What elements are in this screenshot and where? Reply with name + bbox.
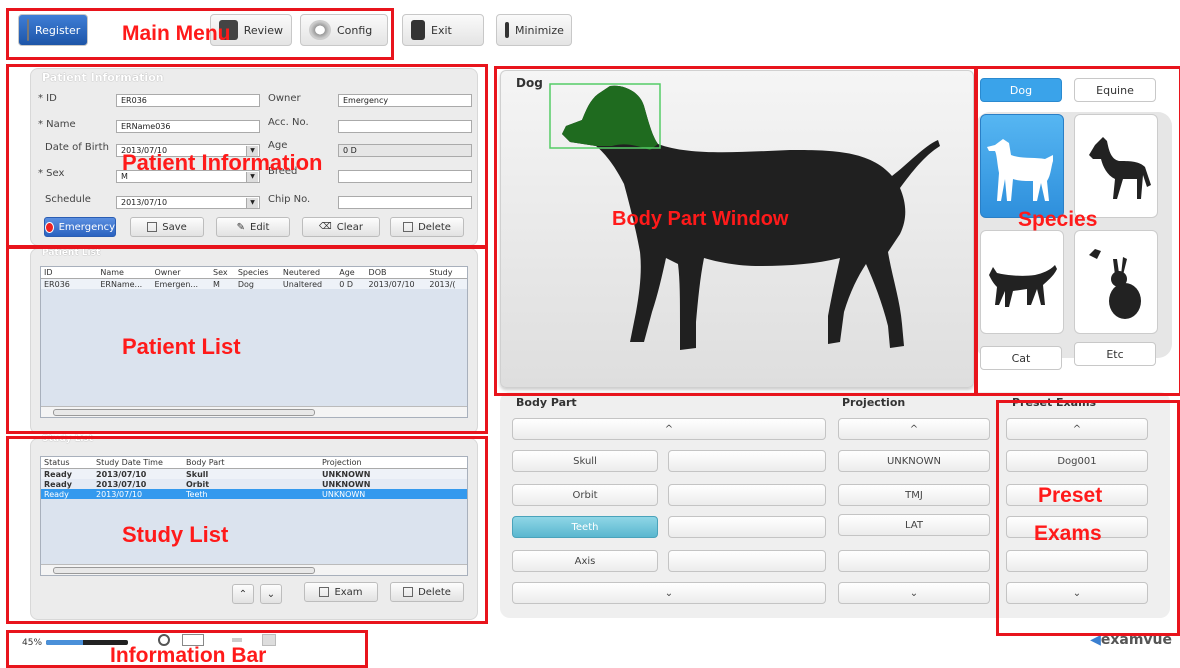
exit-icon xyxy=(411,20,425,40)
body-part-scroll-up[interactable]: ^ xyxy=(512,418,826,440)
projection-unknown[interactable]: UNKNOWN xyxy=(838,450,990,472)
body-part-scroll-down[interactable]: ⌄ xyxy=(512,582,826,604)
projection-tmj[interactable]: TMJ xyxy=(838,484,990,506)
information-bar-annotation: Information Bar xyxy=(110,644,267,667)
projection-lat[interactable]: LAT xyxy=(838,514,990,536)
patient-list-box xyxy=(6,246,488,434)
species-annotation: Species xyxy=(1018,208,1098,231)
minimize-icon xyxy=(505,22,509,38)
study-list-annotation: Study List xyxy=(122,522,229,547)
patient-list-annotation: Patient List xyxy=(122,334,241,359)
chevron-down-icon: ⌄ xyxy=(909,587,919,599)
main-menu-annotation: Main Menu xyxy=(122,22,231,45)
body-part-window-box xyxy=(494,66,978,396)
body-part-title: Body Part xyxy=(516,396,577,409)
projection-scroll-up[interactable]: ^ xyxy=(838,418,990,440)
chevron-up-icon: ^ xyxy=(664,423,674,435)
exit-button[interactable]: Exit xyxy=(402,14,484,46)
exams-annotation: Exams xyxy=(1034,522,1102,545)
body-part-skull[interactable]: Skull xyxy=(512,450,658,472)
body-part-empty[interactable] xyxy=(668,450,826,472)
body-part-axis[interactable]: Axis xyxy=(512,550,658,572)
body-part-empty[interactable] xyxy=(668,550,826,572)
body-part-teeth[interactable]: Teeth xyxy=(512,516,658,538)
preset-annotation: Preset xyxy=(1038,484,1103,507)
preset-exams-box xyxy=(996,400,1180,636)
projection-title: Projection xyxy=(842,396,906,409)
body-part-window-annotation: Body Part Window xyxy=(612,208,789,230)
projection-empty[interactable] xyxy=(838,550,990,572)
chevron-up-icon: ^ xyxy=(909,423,919,435)
chevron-down-icon: ⌄ xyxy=(664,587,674,599)
patient-information-annotation: Patient Information xyxy=(122,150,323,175)
body-part-empty[interactable] xyxy=(668,516,826,538)
study-list-box xyxy=(6,436,488,624)
minimize-button[interactable]: Minimize xyxy=(496,14,572,46)
body-part-empty[interactable] xyxy=(668,484,826,506)
body-part-orbit[interactable]: Orbit xyxy=(512,484,658,506)
projection-scroll-down[interactable]: ⌄ xyxy=(838,582,990,604)
